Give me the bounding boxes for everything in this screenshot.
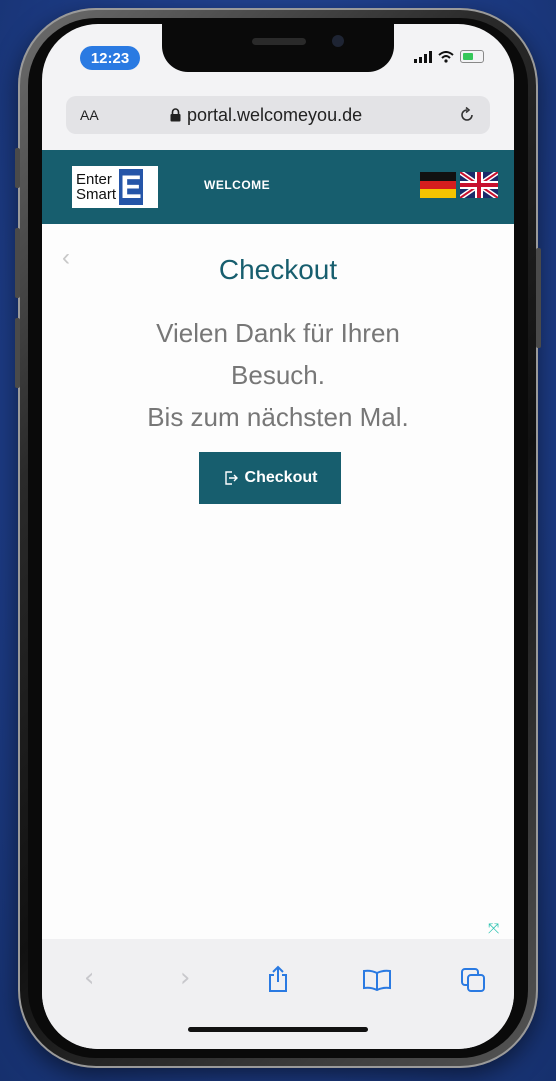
back-icon[interactable]: ‹ — [84, 963, 94, 993]
speaker — [252, 38, 306, 45]
thank-you-message: Vielen Dank für Ihren Besuch. Bis zum nä… — [42, 312, 514, 438]
logo-line-2: Smart — [76, 186, 117, 203]
checkout-button[interactable]: Checkout — [199, 452, 341, 504]
volume-down-button — [15, 318, 20, 388]
site-header: Enter Smart E WELCOME — [42, 150, 514, 224]
cellular-signal-icon — [414, 50, 432, 63]
notch — [162, 24, 394, 72]
nav-welcome-link[interactable]: WELCOME — [204, 178, 270, 192]
logo-line-1: Enter — [76, 171, 112, 188]
logout-icon — [224, 471, 238, 485]
checkout-button-label: Checkout — [244, 469, 318, 486]
text-size-button[interactable]: AA — [80, 107, 99, 123]
entersmart-logo[interactable]: Enter Smart E — [72, 166, 158, 208]
message-line-2: Besuch. — [231, 360, 325, 390]
url-field[interactable]: portal.welcomeyou.de — [170, 105, 362, 126]
german-flag-icon[interactable] — [420, 172, 456, 198]
expand-icon[interactable]: ⤧ — [488, 921, 499, 937]
screen: 12:23 AA portal.welcomeyou.de Enter Smar… — [42, 24, 514, 1049]
front-camera — [332, 35, 344, 47]
page-content: ‹ Checkout Vielen Dank für Ihren Besuch.… — [42, 224, 514, 939]
wifi-icon — [438, 50, 454, 63]
uk-flag-icon[interactable] — [460, 172, 498, 198]
logo-e-mark: E — [119, 169, 144, 205]
url-text: portal.welcomeyou.de — [187, 104, 363, 125]
address-bar[interactable]: AA portal.welcomeyou.de — [66, 96, 490, 134]
battery-icon — [460, 50, 484, 63]
lock-icon — [170, 108, 181, 122]
message-line-1: Vielen Dank für Ihren — [156, 318, 400, 348]
power-button — [536, 248, 541, 348]
status-time[interactable]: 12:23 — [80, 46, 140, 70]
status-icons — [414, 50, 484, 63]
reload-icon[interactable] — [458, 106, 476, 124]
logo-wordmark: Enter Smart — [76, 172, 116, 202]
volume-up-button — [15, 228, 20, 298]
bookmarks-icon[interactable] — [362, 969, 392, 991]
page-title: Checkout — [218, 254, 338, 285]
forward-icon[interactable]: › — [180, 963, 190, 993]
tabs-icon[interactable] — [460, 967, 486, 993]
home-indicator[interactable] — [188, 1027, 368, 1032]
browser-toolbar: ⤧ ‹ › — [42, 921, 514, 1049]
share-icon[interactable] — [266, 965, 290, 993]
message-line-3: Bis zum nächsten Mal. — [147, 402, 409, 432]
mute-switch — [15, 148, 20, 188]
